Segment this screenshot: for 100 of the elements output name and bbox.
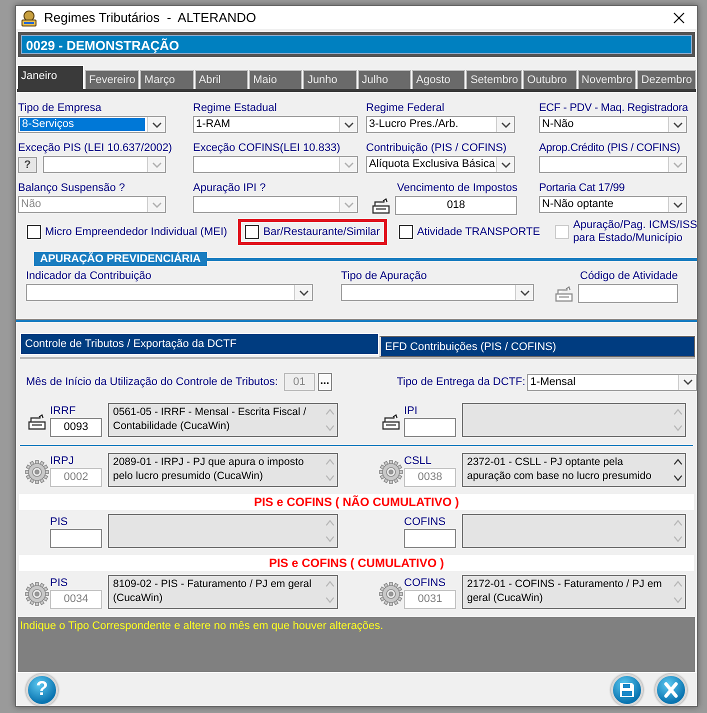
month-tab[interactable]: Setembro (466, 70, 522, 89)
field-label: Mês de Início da Utilização do Controle de Tributos: (26, 374, 278, 390)
field-label: Vencimento de Impostos (396, 181, 518, 196)
field-label: Tipo de Empresa (18, 101, 102, 116)
chevron-down-icon (344, 202, 354, 208)
save-button[interactable] (611, 674, 643, 706)
field-label: ECF - PDV - Maq. Registradora (539, 101, 688, 116)
dropdown[interactable] (341, 284, 534, 301)
description-field: 0561-05 - IRRF - Mensal - Escrita Fiscal / Contabilidade (CucaWin) (108, 403, 338, 437)
month-tab[interactable]: Agosto (412, 70, 466, 89)
text-field[interactable] (578, 284, 678, 303)
code-field[interactable] (50, 529, 102, 548)
field-label: Balanço Suspensão ? (18, 181, 126, 196)
field-label: Tipo de Entrega da DCTF: (396, 374, 526, 390)
chevron-down-icon (682, 379, 693, 385)
dropdown[interactable]: 8-Serviços (18, 116, 166, 133)
tray-icon (27, 413, 47, 431)
tray-icon (371, 196, 391, 214)
field-label: Código de Atividade (579, 269, 678, 284)
code-field[interactable] (404, 418, 456, 437)
tray-icon (554, 284, 574, 302)
dropdown[interactable] (26, 284, 313, 301)
chevron-down-icon (152, 122, 162, 128)
dropdown[interactable]: N-Não (539, 116, 687, 133)
checkbox[interactable] (398, 225, 413, 239)
description-field: 2372-01 - CSLL - PJ optante pela apuração com base no lucro presumido (462, 453, 686, 487)
help-button[interactable]: ? (26, 674, 58, 706)
chevron-down-icon (298, 290, 308, 296)
chevron-down-icon (672, 162, 682, 168)
chevron-down-icon (500, 122, 510, 128)
chevron-down-icon (344, 122, 354, 128)
field-label: IRRF (50, 404, 77, 418)
month-tab[interactable]: Junho (303, 70, 357, 89)
chevron-down-icon (500, 162, 510, 168)
tab[interactable]: EFD Contribuições (PIS / COFINS) (379, 336, 695, 357)
close-icon (673, 12, 685, 24)
gear-icon (25, 460, 49, 484)
month-tab[interactable]: Fevereiro (84, 70, 140, 89)
close-icon (663, 682, 679, 698)
month-tab[interactable]: Abril (194, 70, 248, 89)
description-field: 2172-01 - COFINS - Faturamento / PJ em geral (CucaWin) (462, 575, 686, 609)
checkbox-label: Atividade TRANSPORTE (416, 226, 540, 238)
description-field: 8109-02 - PIS - Faturamento / PJ em geral (CucaWin) (108, 575, 338, 609)
tray-icon (381, 413, 401, 431)
dropdown[interactable]: Alíquota Exclusiva Básica (366, 156, 515, 173)
chevron-down-icon (520, 290, 530, 296)
field-label: Aprop.Crédito (PIS / COFINS) (539, 141, 680, 156)
section-heading: PIS e COFINS ( CUMULATIVO ) (19, 555, 694, 571)
field-label: PIS (50, 515, 69, 529)
field-label: Exceção COFINS(LEI 10.833) (193, 141, 340, 156)
tab[interactable]: Controle de Tributos / Exportação da DCTF (20, 333, 379, 355)
dropdown[interactable]: N-Não optante (539, 196, 687, 213)
code-field[interactable] (404, 529, 456, 548)
field-label: Indicador da Contribuição (26, 269, 152, 284)
field-label: IRPJ (50, 454, 75, 468)
month-tab[interactable]: Julho (358, 70, 412, 89)
field-label: COFINS (404, 515, 447, 529)
month-tab[interactable]: Janeiro (17, 65, 84, 89)
field-label: COFINS (404, 576, 447, 590)
checkbox-label: Bar/Restaurante/Similar (263, 226, 380, 238)
chevron-down-icon (152, 162, 162, 168)
checkbox-label: Apuração/Pag. ICMS/ISS para Estado/Município (573, 219, 698, 245)
section-heading: PIS e COFINS ( NÃO CUMULATIVO ) (19, 494, 694, 510)
app-icon (20, 8, 38, 26)
chevron-down-icon (672, 202, 682, 208)
field-label: Apuração IPI ? (193, 181, 266, 196)
chevron-down-icon (672, 122, 682, 128)
text-field[interactable]: 018 (395, 196, 517, 215)
window-title: Regimes Tributários - ALTERANDO (44, 10, 258, 25)
field-label: Tipo de Apuração (341, 269, 427, 284)
field-label: PIS (50, 576, 69, 590)
dropdown[interactable]: 1-RAM (193, 116, 358, 133)
hint-text: Indique o Tipo Correspondente e altere no mês em que houver alterações. (18, 617, 695, 672)
checkbox[interactable] (27, 225, 41, 239)
code-field[interactable]: 0093 (50, 418, 102, 437)
field-label: Contribuição (PIS / COFINS) (366, 141, 507, 156)
field-label: Regime Federal (366, 101, 444, 116)
description-field: 2089-01 - IRPJ - PJ que apura o imposto pelo lucro presumido (CucaWin) (108, 453, 338, 487)
section-title: APURAÇÃO PREVIDENCIÁRIA (34, 252, 207, 266)
field-label: Exceção PIS (LEI 10.637/2002) (18, 141, 172, 156)
chevron-down-icon (152, 202, 162, 208)
checkbox-label: Micro Empreendedor Individual (MEI) (45, 226, 228, 238)
month-tab[interactable]: Dezembro (637, 70, 696, 89)
dropdown[interactable]: 3-Lucro Pres./Arb. (366, 116, 515, 133)
checkbox[interactable] (245, 225, 260, 239)
company-name: 0029 - DEMONSTRAÇÃO (21, 35, 692, 54)
dropdown[interactable]: 1-Mensal (527, 374, 698, 390)
month-tab[interactable]: Maio (249, 70, 302, 89)
gear-icon (379, 582, 403, 606)
field-label: Portaria Cat 17/99 (539, 181, 625, 196)
floppy-icon (619, 682, 635, 698)
month-tab[interactable]: Novembro (578, 70, 636, 89)
gear-icon (379, 460, 403, 484)
field-label: IPI (404, 404, 418, 418)
month-tab[interactable]: Outubro (523, 70, 577, 89)
chevron-down-icon (344, 162, 354, 168)
field-label: Regime Estadual (193, 101, 277, 116)
field-label: CSLL (404, 454, 433, 468)
gear-icon (25, 582, 49, 606)
month-tab[interactable]: Março (140, 70, 194, 89)
